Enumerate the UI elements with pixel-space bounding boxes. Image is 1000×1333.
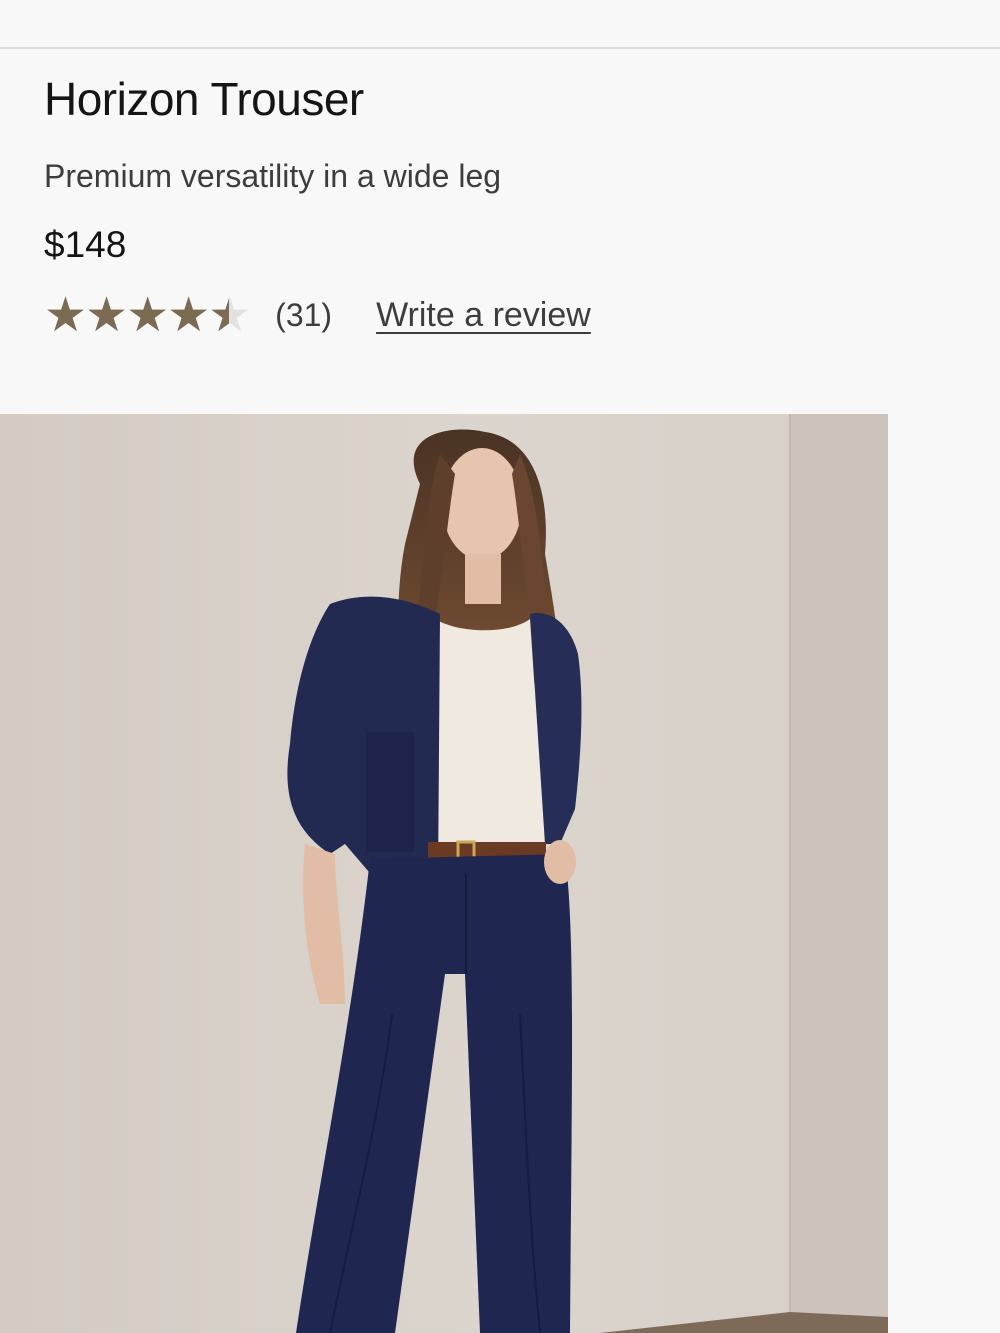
product-price: $148 [44, 224, 127, 265]
header-divider [0, 47, 1000, 49]
product-info: Horizon Trouser Premium versatility in a… [44, 70, 964, 339]
review-count[interactable]: (31) [275, 297, 332, 334]
product-title: Horizon Trouser [44, 73, 364, 125]
star-rating[interactable]: ★★★★★ ★★★★★ [44, 291, 251, 339]
write-review-link[interactable]: Write a review [376, 296, 591, 335]
star-rating-filled-icons: ★★★★★ [44, 292, 229, 338]
product-image[interactable] [0, 414, 888, 1333]
rating-row: ★★★★★ ★★★★★ (31) Write a review [44, 291, 964, 339]
product-page: Horizon Trouser Premium versatility in a… [0, 0, 1000, 1333]
product-subtitle: Premium versatility in a wide leg [44, 158, 502, 194]
product-photo [0, 414, 888, 1333]
